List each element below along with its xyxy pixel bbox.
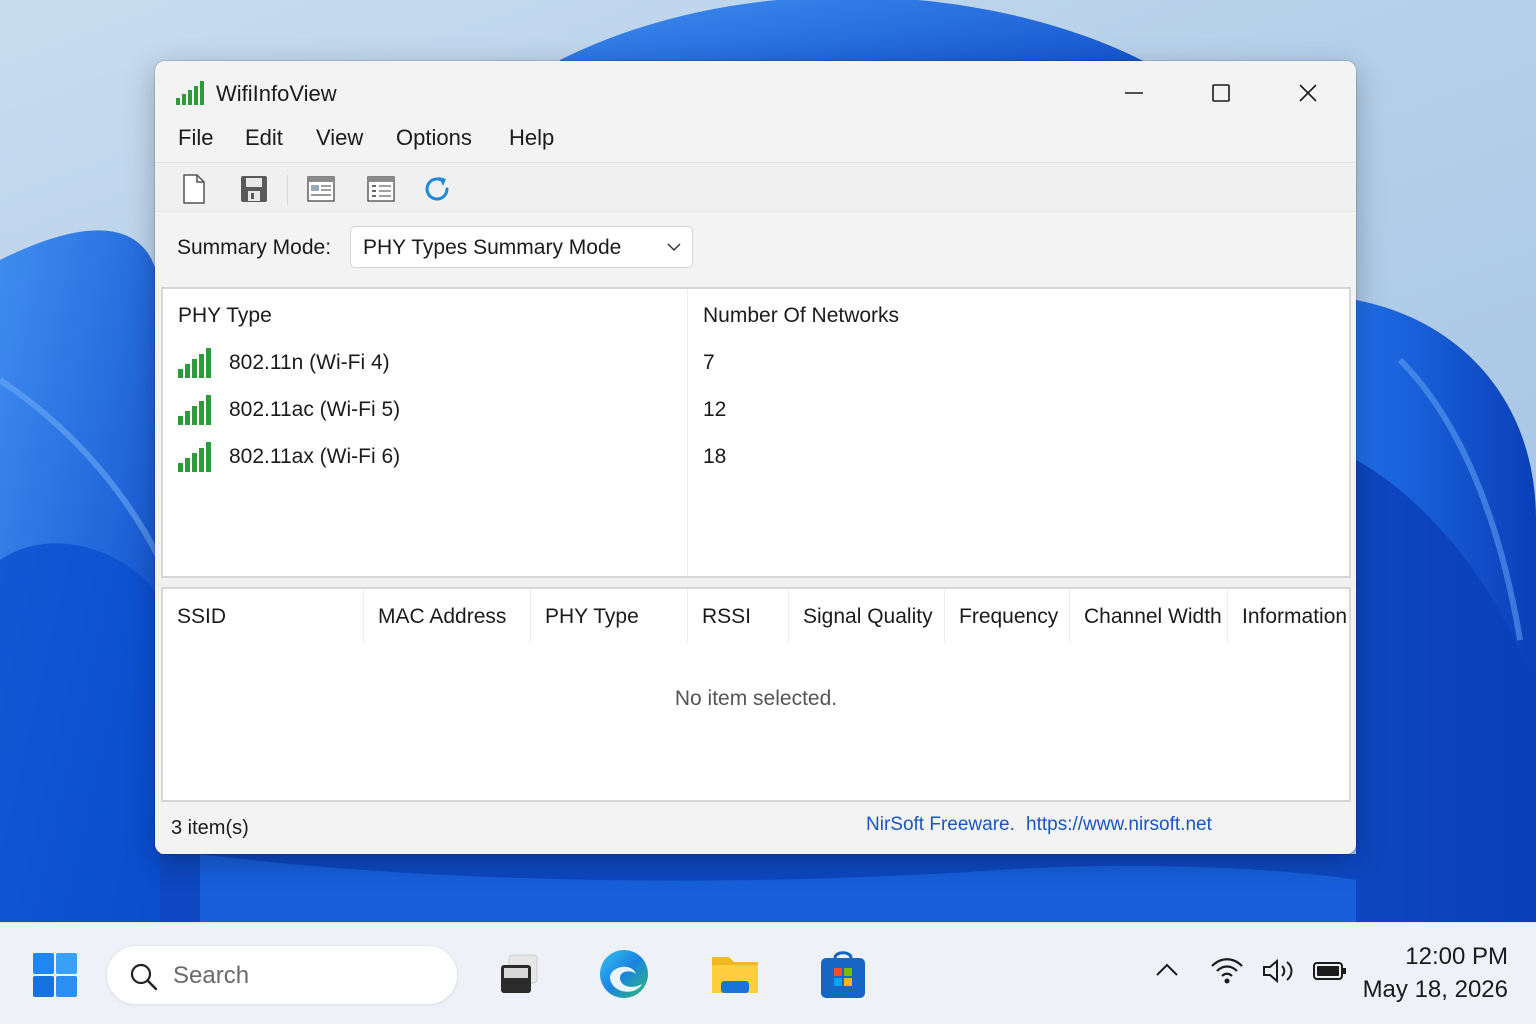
clock-time[interactable]: 12:00 PM — [1360, 943, 1508, 971]
clock-date[interactable]: May 18, 2026 — [1340, 976, 1508, 1004]
list-item[interactable]: 802.11ac (Wi-Fi 5) 12 — [163, 388, 1349, 434]
signal-bars-icon — [178, 348, 211, 378]
properties-icon — [367, 176, 395, 202]
column-header-number-of-networks[interactable]: Number Of Networks — [703, 304, 899, 328]
html-report-button[interactable] — [304, 172, 338, 206]
new-file-button[interactable] — [177, 172, 211, 206]
empty-list-message: No item selected. — [674, 687, 838, 710]
refresh-icon — [425, 177, 449, 201]
network-count-cell: 7 — [703, 351, 715, 374]
nirsoft-url-link[interactable]: https://www.nirsoft.net — [1026, 814, 1212, 836]
save-icon — [241, 176, 267, 202]
minimize-button[interactable] — [1106, 73, 1162, 113]
html-report-icon — [307, 176, 335, 202]
menu-view[interactable]: View — [316, 125, 363, 151]
windows-logo-icon — [33, 953, 77, 997]
column-header-phy-type[interactable]: PHY Type — [178, 304, 272, 328]
signal-bars-icon — [178, 442, 211, 472]
taskbar-search[interactable]: Search — [106, 945, 458, 1005]
column-header-rssi[interactable]: RSSI — [688, 589, 789, 643]
signal-bars-icon — [178, 395, 211, 425]
column-header-signal-quality[interactable]: Signal Quality — [789, 589, 945, 643]
column-header-ssid[interactable]: SSID — [163, 589, 364, 643]
file-explorer-icon — [712, 957, 758, 993]
column-header-frequency[interactable]: Frequency — [945, 589, 1070, 643]
column-header-information[interactable]: Information — [1228, 589, 1349, 643]
refresh-button[interactable] — [420, 172, 454, 206]
toolbar — [155, 162, 1356, 212]
menu-bar: File Edit View Options Help — [155, 119, 1356, 161]
toolbar-separator — [287, 175, 288, 205]
close-button[interactable] — [1280, 73, 1336, 113]
network-count-cell: 18 — [703, 445, 727, 468]
list-item[interactable]: 802.11ax (Wi-Fi 6) 18 — [163, 435, 1349, 481]
detail-list[interactable]: SSID MAC Address PHY Type RSSI Signal Qu… — [161, 587, 1351, 802]
search-icon — [130, 963, 158, 991]
summary-mode-label: Summary Mode: — [177, 236, 332, 259]
maximize-icon — [1212, 84, 1230, 102]
new-file-icon — [183, 174, 205, 204]
close-icon — [1299, 84, 1317, 102]
list-item[interactable]: 802.11n (Wi-Fi 4) 7 — [163, 341, 1349, 387]
summary-mode-select[interactable]: PHY Types Summary Mode — [350, 226, 693, 268]
store-icon — [821, 951, 865, 998]
summary-mode-row: Summary Mode: PHY Types Summary Mode — [155, 213, 1356, 281]
menu-help[interactable]: Help — [509, 125, 554, 151]
column-header-phy-type[interactable]: PHY Type — [531, 589, 688, 643]
task-view-icon — [501, 954, 538, 993]
status-bar: 3 item(s) NirSoft Freeware. https://www.… — [155, 806, 1356, 854]
chevron-down-icon — [667, 243, 681, 252]
store-button[interactable] — [816, 947, 870, 1001]
menu-options[interactable]: Options — [396, 125, 472, 151]
column-header-mac-address[interactable]: MAC Address — [364, 589, 531, 643]
network-count-cell: 12 — [703, 398, 727, 421]
summary-list[interactable]: PHY Type Number Of Networks 802.11n (Wi-… — [161, 287, 1351, 578]
start-button[interactable] — [30, 950, 80, 1000]
edge-icon — [600, 950, 648, 998]
column-header-channel-width[interactable]: Channel Width — [1070, 589, 1228, 643]
task-view-button[interactable] — [491, 947, 545, 1001]
nirsoft-freeware-link[interactable]: NirSoft Freeware. — [866, 814, 1015, 836]
phy-type-cell: 802.11n (Wi-Fi 4) — [229, 351, 390, 374]
search-placeholder: Search — [173, 962, 250, 989]
app-window: WifiInfoView File Edit View Options Help — [155, 61, 1356, 854]
phy-type-cell: 802.11ac (Wi-Fi 5) — [229, 398, 401, 421]
save-button[interactable] — [237, 172, 271, 206]
volume-icon[interactable] — [1262, 957, 1296, 985]
edge-button[interactable] — [597, 947, 651, 1001]
menu-file[interactable]: File — [178, 125, 213, 151]
summary-mode-value: PHY Types Summary Mode — [363, 236, 622, 259]
wifi-signal-app-icon — [176, 81, 204, 105]
wifi-icon[interactable] — [1210, 957, 1244, 985]
properties-button[interactable] — [364, 172, 398, 206]
window-title: WifiInfoView — [216, 81, 337, 106]
item-count: 3 item(s) — [171, 817, 249, 839]
phy-type-cell: 802.11ax (Wi-Fi 6) — [229, 445, 401, 468]
show-hidden-icons-chevron[interactable] — [1154, 957, 1180, 983]
menu-edit[interactable]: Edit — [245, 125, 283, 151]
title-bar[interactable]: WifiInfoView — [155, 61, 1356, 121]
taskbar: Search 12:00 PM May 18, 2026 — [0, 922, 1536, 1024]
maximize-button[interactable] — [1193, 73, 1249, 113]
minimize-icon — [1125, 92, 1143, 94]
file-explorer-button[interactable] — [708, 947, 762, 1001]
